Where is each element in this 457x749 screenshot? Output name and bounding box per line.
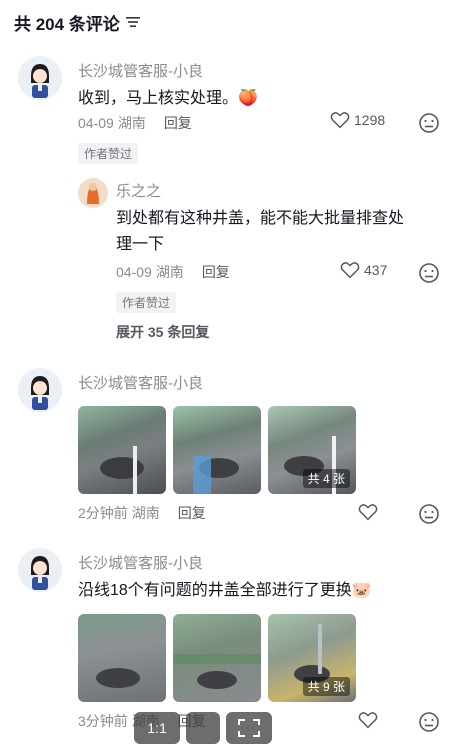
comment-time: 2分钟前 — [78, 505, 128, 521]
peach-emoji-icon: 🍑 — [238, 90, 258, 107]
avatar[interactable] — [18, 56, 62, 100]
comment-time: 04-09 — [78, 115, 114, 131]
officer-avatar-icon — [18, 368, 62, 412]
reply-avatar[interactable] — [78, 178, 108, 208]
comment-author[interactable]: 长沙城管客服-小良 — [78, 552, 203, 573]
manhole-photo-icon — [96, 668, 140, 688]
comment-count-title: 共 204 条评论 — [14, 14, 120, 34]
manhole-photo-icon — [193, 456, 239, 494]
comment-meta: 04-09 湖南 回复 — [78, 113, 192, 133]
pig-emoji-icon: 🐷 — [351, 582, 372, 599]
author-liked-badge: 作者赞过 — [116, 292, 177, 313]
dislike-icon[interactable] — [418, 262, 440, 284]
aspect-ratio-button[interactable]: 1:1 — [134, 712, 180, 744]
dislike-icon[interactable] — [418, 503, 440, 525]
heart-icon — [358, 504, 378, 521]
expand-replies-label: 展开 35 条回复 — [116, 324, 210, 340]
heart-icon — [358, 712, 378, 729]
heart-icon — [330, 112, 350, 129]
floating-toolbar: 1:1 — [134, 712, 272, 744]
officer-avatar-icon — [18, 548, 62, 592]
like-count: 437 — [364, 262, 388, 278]
officer-avatar-icon — [18, 56, 62, 100]
image-count-badge: 共 9 张 — [302, 677, 350, 696]
fullscreen-icon — [238, 719, 260, 737]
filter-icon[interactable] — [125, 16, 140, 28]
author-liked-badge: 作者赞过 — [78, 143, 139, 164]
reply-button[interactable]: 回复 — [178, 503, 206, 523]
comment-text: 收到，马上核实处理。🍑 — [78, 86, 258, 112]
expand-replies-button[interactable]: 展开 35 条回复 — [116, 322, 209, 342]
photo-manhole[interactable] — [173, 406, 261, 494]
comment-author[interactable]: 长沙城管客服-小良 — [78, 60, 203, 81]
comment-time: 3分钟前 — [78, 713, 128, 729]
like-button[interactable] — [358, 503, 378, 521]
reply-author[interactable]: 乐之之 — [116, 180, 161, 201]
comment-text: 沿线18个有问题的井盖全部进行了更换🐷 — [78, 578, 372, 604]
reply-button[interactable]: 回复 — [202, 262, 230, 282]
manhole-photo-icon — [173, 654, 261, 689]
reply-location: 湖南 — [155, 264, 184, 280]
image-gallery: 共 4 张 — [78, 406, 356, 494]
fullscreen-button[interactable] — [226, 712, 272, 744]
image-gallery: 共 9 张 — [78, 614, 356, 702]
dislike-icon[interactable] — [418, 112, 440, 134]
photo-manhole[interactable] — [78, 406, 166, 494]
reply-text-line: 理一下 — [116, 236, 165, 253]
like-button[interactable]: 437 — [340, 261, 387, 279]
manhole-photo-icon — [100, 446, 144, 494]
like-button[interactable] — [358, 711, 378, 729]
avatar[interactable] — [18, 368, 62, 412]
spacer-button — [186, 712, 220, 744]
comments-header: 共 204 条评论 — [14, 8, 140, 36]
like-count: 1298 — [354, 112, 386, 128]
photo-manhole[interactable] — [173, 614, 261, 702]
like-button[interactable]: 1298 — [330, 111, 385, 129]
reply-time: 04-09 — [116, 264, 152, 280]
avatar[interactable] — [18, 548, 62, 592]
comment-location: 湖南 — [117, 115, 146, 131]
photo-manhole[interactable]: 共 9 张 — [268, 614, 356, 702]
user-avatar-icon — [78, 178, 108, 208]
reply-meta: 04-09 湖南 回复 — [116, 262, 230, 282]
reply-text-line: 到处都有这种井盖，能不能大批量排查处 — [116, 210, 405, 227]
reply-text: 到处都有这种井盖，能不能大批量排查处 理一下 — [116, 206, 404, 258]
aspect-ratio-label: 1:1 — [147, 720, 167, 736]
photo-manhole[interactable]: 共 4 张 — [268, 406, 356, 494]
comment-text-body: 收到，马上核实处理。 — [78, 90, 239, 107]
comment-meta: 2分钟前 湖南 回复 — [78, 503, 206, 523]
photo-manhole[interactable] — [78, 614, 166, 702]
dislike-icon[interactable] — [418, 711, 440, 733]
reply-button[interactable]: 回复 — [164, 113, 192, 133]
comment-location: 湖南 — [131, 505, 160, 521]
comment-author[interactable]: 长沙城管客服-小良 — [78, 372, 203, 393]
image-count-badge: 共 4 张 — [302, 469, 350, 488]
heart-icon — [340, 262, 360, 279]
comment-text-body: 沿线18个有问题的井盖全部进行了更换 — [78, 582, 352, 599]
